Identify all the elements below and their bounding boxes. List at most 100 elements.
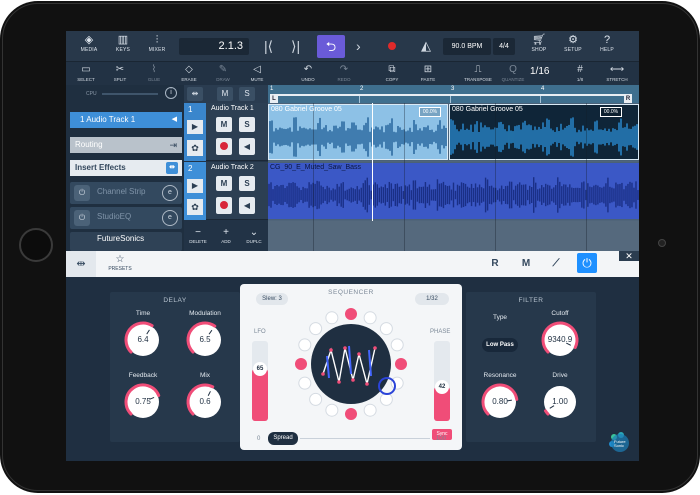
track-settings-icon[interactable]: ✿	[187, 199, 203, 215]
home-button[interactable]	[19, 228, 53, 262]
power-icon[interactable]: ⏻	[74, 185, 90, 201]
midi-learn-button[interactable]: M	[517, 255, 535, 273]
mixer-button[interactable]: ⫶ MIXER	[144, 34, 170, 58]
help-button[interactable]: ? HELP	[594, 34, 620, 58]
presets-button[interactable]: ☆ PRESETS	[106, 254, 134, 272]
spread-slider-track[interactable]	[300, 438, 430, 439]
timeline-ruler[interactable]: 1 2 3 4 L R	[268, 85, 639, 103]
track-name[interactable]: Audio Track 2	[211, 164, 254, 171]
mix-knob[interactable]: Mix 0.6	[185, 372, 225, 428]
solo-button[interactable]: S	[239, 117, 255, 132]
filter-type-select[interactable]: Low Pass	[482, 338, 518, 352]
grid-button[interactable]: #1/8	[568, 64, 592, 83]
plugin-layout-button[interactable]: ⇹	[66, 251, 96, 277]
duplicate-track-button[interactable]: ⌄ DUPLC	[241, 227, 267, 244]
rate-button[interactable]: 1/32	[415, 293, 449, 305]
event-gain[interactable]: 00.0%	[419, 107, 441, 117]
insert-slot-futuresonics[interactable]: FutureSonics	[70, 232, 182, 251]
slider-thumb[interactable]: 65	[253, 362, 267, 376]
play-track-icon[interactable]: ▶	[187, 179, 203, 193]
monitor-icon[interactable]: ◀	[239, 197, 255, 214]
track-header-2[interactable]: 2 ▶ ✿ Audio Track 2 M S ◀	[184, 162, 268, 220]
copy-button[interactable]: ⧉ COPY	[380, 64, 404, 83]
setup-button[interactable]: ⚙ SETUP	[560, 34, 586, 58]
resonance-knob[interactable]: Resonance 0.80	[480, 372, 520, 428]
edit-icon[interactable]: e	[162, 210, 178, 226]
add-track-button[interactable]: + ADD	[213, 227, 239, 244]
keys-button[interactable]: ▥ KEYS	[110, 34, 136, 58]
routing-graph-icon[interactable]: ⟋	[547, 255, 565, 273]
modulation-knob[interactable]: Modulation 6.5	[185, 310, 225, 366]
quantize-value[interactable]: 1/16	[530, 66, 549, 77]
insert-slot-studioeq[interactable]: ⏻ StudioEQ e	[70, 207, 182, 229]
tempo-display[interactable]: 90.0 BPM	[443, 38, 491, 55]
playhead[interactable]	[372, 103, 373, 221]
lfo-slider[interactable]: 65	[252, 341, 268, 421]
paste-button[interactable]: ⊞ PASTE	[416, 64, 440, 83]
play-track-icon[interactable]: ▶	[187, 120, 203, 134]
mute-tool[interactable]: ◁ MUTE	[245, 64, 269, 83]
left-locator[interactable]: L	[270, 95, 278, 103]
rewind-icon[interactable]: |⟨	[264, 36, 273, 56]
right-locator[interactable]: R	[624, 95, 632, 103]
shop-button[interactable]: 🛒︎ SHOP	[526, 34, 552, 58]
media-button[interactable]: ◈ MEDIA	[76, 34, 102, 58]
track-lane-1[interactable]: 080 Gabriel Groove 05 00.0% 080 Gabriel …	[268, 103, 639, 161]
info-icon[interactable]: i	[165, 87, 177, 99]
quantize-button[interactable]: Q QUANTIZE	[499, 64, 527, 83]
stretch-button[interactable]: ⟷ STRETCH	[602, 64, 632, 83]
drive-knob[interactable]: Drive 1.00	[540, 372, 580, 428]
track-header-1[interactable]: 1 ▶ ✿ Audio Track 1 M S ◀	[184, 103, 268, 161]
record-arm-button[interactable]	[216, 197, 232, 214]
record-button[interactable]	[388, 42, 396, 50]
time-signature-display[interactable]: 4/4	[493, 38, 515, 55]
spread-slider-thumb[interactable]: Spread	[268, 432, 298, 445]
delete-track-button[interactable]: − DELETE	[185, 227, 211, 244]
split-tool[interactable]: ✂ SPLIT	[108, 64, 132, 83]
global-mute-button[interactable]: M	[217, 87, 233, 101]
position-display[interactable]: 2.1.3	[179, 38, 249, 55]
close-icon[interactable]: ✕	[619, 251, 639, 261]
cycle-button[interactable]: ⮌	[317, 35, 345, 58]
phase-slider[interactable]: 42	[434, 341, 450, 421]
monitor-icon[interactable]: ◀	[239, 138, 255, 155]
mute-button[interactable]: M	[216, 117, 232, 132]
redo-button[interactable]: ↷ REDO	[332, 64, 356, 83]
select-tool[interactable]: ▭ SELECT	[74, 64, 98, 83]
record-arm-button[interactable]	[216, 138, 232, 155]
read-automation-button[interactable]: R	[486, 255, 504, 273]
solo-button[interactable]: S	[239, 176, 255, 191]
event-gain[interactable]: 00.0%	[600, 107, 622, 117]
sequencer-step-ring[interactable]	[293, 304, 409, 420]
track-width-icon[interactable]: ⇹	[187, 87, 203, 101]
mute-button[interactable]: M	[216, 176, 232, 191]
insert-settings-icon[interactable]: ⇹	[166, 162, 178, 174]
insert-slot-channel-strip[interactable]: ⏻ Channel Strip e	[70, 182, 182, 204]
track-lane-2[interactable]: CG_90_E_Muted_Saw_Bass	[268, 162, 639, 220]
selected-track-name[interactable]: 1 Audio Track 1 ◀	[70, 112, 182, 128]
track-settings-icon[interactable]: ✿	[187, 140, 203, 156]
empty-lane-area[interactable]	[268, 221, 639, 251]
slew-button[interactable]: Slew: 3	[256, 293, 288, 305]
routing-row[interactable]: Routing ⇥	[70, 137, 182, 153]
edit-icon[interactable]: e	[162, 185, 178, 201]
plugin-power-button[interactable]: ⏻	[577, 253, 597, 273]
insert-effects-row[interactable]: Insert Effects ⇹	[70, 160, 182, 176]
arrange-view[interactable]: 1 2 3 4 L R 080 Gabriel Groove 05 00.0% …	[268, 85, 639, 251]
track-name[interactable]: Audio Track 1	[211, 105, 254, 112]
transpose-button[interactable]: ⎍ TRANSPOSE	[461, 64, 495, 83]
play-icon[interactable]: ›	[356, 36, 361, 56]
glue-tool[interactable]: ⌇ GLUE	[142, 64, 166, 83]
audio-event[interactable]: 080 Gabriel Groove 05 00.0%	[449, 104, 639, 160]
draw-tool[interactable]: ✎ DRAW	[211, 64, 235, 83]
audio-event[interactable]: CG_90_E_Muted_Saw_Bass	[268, 163, 639, 219]
time-knob[interactable]: Time 6.4	[123, 310, 163, 366]
feedback-knob[interactable]: Feedback 0.75	[123, 372, 163, 428]
cycle-range[interactable]	[270, 94, 632, 96]
forward-icon[interactable]: ⟩|	[291, 36, 300, 56]
cutoff-knob[interactable]: Cutoff 9340.9	[540, 310, 580, 366]
metronome-icon[interactable]: ◭	[421, 38, 431, 54]
erase-tool[interactable]: ◇ ERASE	[177, 64, 201, 83]
power-icon[interactable]: ⏻	[74, 210, 90, 226]
global-solo-button[interactable]: S	[239, 87, 255, 101]
